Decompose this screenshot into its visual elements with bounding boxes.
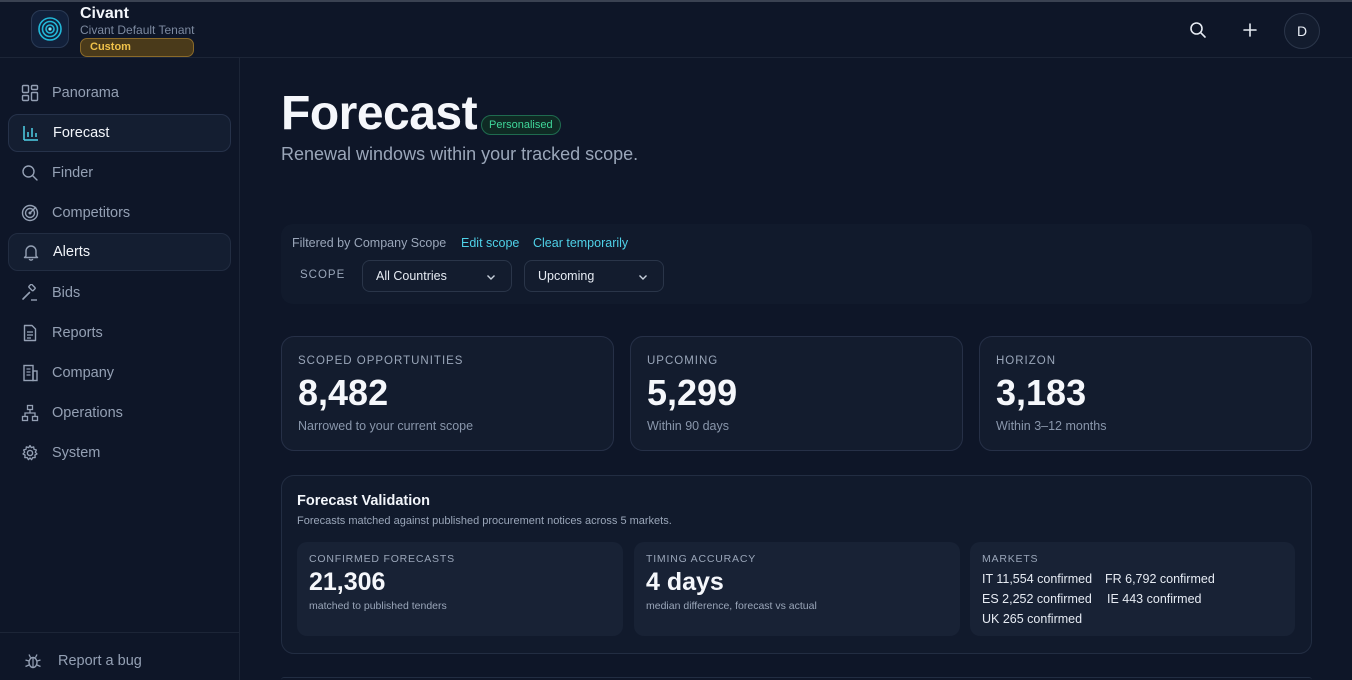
stat-card-horizon: HORIZON 3,183 Within 3–12 months xyxy=(979,336,1312,451)
sidebar-item-panorama[interactable]: Panorama xyxy=(8,74,231,112)
sidebar-item-label: Forecast xyxy=(53,125,110,141)
plus-icon xyxy=(1243,23,1257,37)
top-header: Civant Civant Default Tenant Custom D xyxy=(0,2,1352,58)
sidebar-item-reports[interactable]: Reports xyxy=(8,314,231,352)
country-select-value: All Countries xyxy=(376,269,447,283)
personalised-badge: Personalised xyxy=(481,115,561,135)
metric-caption: matched to published tenders xyxy=(309,600,447,612)
validation-title: Forecast Validation xyxy=(297,493,430,509)
stat-label: SCOPED OPPORTUNITIES xyxy=(298,355,464,367)
stat-card-upcoming: UPCOMING 5,299 Within 90 days xyxy=(630,336,963,451)
sidebar-item-label: Panorama xyxy=(52,85,119,101)
sidebar-item-label: Reports xyxy=(52,325,103,341)
metric-value: 21,306 xyxy=(309,568,386,596)
timing-accuracy-card: TIMING ACCURACY 4 days median difference… xyxy=(634,542,960,636)
filter-scope-text: Filtered by Company Scope xyxy=(292,236,447,250)
grid-icon xyxy=(21,84,39,102)
gear-icon xyxy=(22,444,38,461)
market-item: UK 265 confirmed xyxy=(982,612,1083,626)
search-button[interactable] xyxy=(1183,15,1213,45)
metric-value: 4 days xyxy=(646,568,724,596)
metric-label: CONFIRMED FORECASTS xyxy=(309,553,455,565)
sidebar-item-competitors[interactable]: Competitors xyxy=(8,194,231,232)
sidebar-item-forecast[interactable]: Forecast xyxy=(8,114,231,152)
stat-label: UPCOMING xyxy=(647,355,719,367)
brand-logo[interactable] xyxy=(31,10,69,48)
stat-value: 3,183 xyxy=(996,372,1087,413)
clear-temporarily-link[interactable]: Clear temporarily xyxy=(533,236,628,250)
scope-label: SCOPE xyxy=(300,269,346,281)
stat-value: 8,482 xyxy=(298,372,389,413)
market-item: IE 443 confirmed xyxy=(1107,592,1202,606)
metric-label: TIMING ACCURACY xyxy=(646,553,757,565)
chevron-down-icon xyxy=(487,275,495,280)
building-icon xyxy=(23,364,38,382)
market-item: ES 2,252 confirmed xyxy=(982,592,1092,606)
page-subtitle: Renewal windows within your tracked scop… xyxy=(281,144,639,164)
tenant-name: Civant Default Tenant xyxy=(80,23,195,37)
window-select-value: Upcoming xyxy=(538,269,595,283)
stat-value: 5,299 xyxy=(647,372,738,413)
sidebar-item-bids[interactable]: Bids xyxy=(8,274,231,312)
window-select[interactable]: Upcoming xyxy=(524,260,664,292)
brand-name: Civant xyxy=(80,5,129,22)
country-select[interactable]: All Countries xyxy=(362,260,512,292)
bug-icon xyxy=(25,654,41,669)
sidebar-item-label: Bids xyxy=(52,285,81,301)
stat-caption: Narrowed to your current scope xyxy=(298,419,474,433)
user-avatar[interactable]: D xyxy=(1284,13,1320,49)
stat-card-scoped: SCOPED OPPORTUNITIES 8,482 Narrowed to y… xyxy=(281,336,614,451)
org-chart-icon xyxy=(21,404,39,422)
plan-badge: Custom xyxy=(80,38,194,57)
chevron-down-icon xyxy=(639,275,647,280)
sidebar-item-alerts[interactable]: Alerts xyxy=(8,233,231,271)
sidebar-item-label: Operations xyxy=(52,405,123,421)
sidebar-item-label: Alerts xyxy=(53,244,91,260)
metric-label: MARKETS xyxy=(982,553,1039,565)
report-bug-button[interactable]: Report a bug xyxy=(24,652,142,670)
radar-logo-icon xyxy=(38,17,62,41)
gavel-icon xyxy=(22,284,37,301)
sidebar-item-label: System xyxy=(52,445,101,461)
sidebar-item-system[interactable]: System xyxy=(8,434,231,472)
sidebar-item-operations[interactable]: Operations xyxy=(8,394,231,432)
page-title: Forecast xyxy=(281,87,478,140)
metric-caption: median difference, forecast vs actual xyxy=(646,600,817,612)
target-icon xyxy=(21,204,39,222)
stat-caption: Within 90 days xyxy=(647,419,729,433)
add-button[interactable] xyxy=(1235,15,1265,45)
search-icon xyxy=(1190,22,1206,38)
stat-caption: Within 3–12 months xyxy=(996,419,1107,433)
sidebar-item-finder[interactable]: Finder xyxy=(8,154,231,192)
search-icon xyxy=(22,165,38,181)
bell-icon xyxy=(23,245,39,261)
bar-chart-icon xyxy=(23,126,38,141)
validation-subtitle: Forecasts matched against published proc… xyxy=(297,515,672,527)
market-item: IT 11,554 confirmed xyxy=(982,572,1093,586)
confirmed-forecasts-card: CONFIRMED FORECASTS 21,306 matched to pu… xyxy=(297,542,623,636)
edit-scope-link[interactable]: Edit scope xyxy=(461,236,519,250)
stat-label: HORIZON xyxy=(996,355,1057,367)
sidebar-item-label: Competitors xyxy=(52,205,131,221)
sidebar-item-label: Company xyxy=(52,365,115,381)
sidebar-item-label: Finder xyxy=(52,165,94,181)
market-item: FR 6,792 confirmed xyxy=(1105,572,1215,586)
sidebar-item-company[interactable]: Company xyxy=(8,354,231,392)
document-icon xyxy=(23,324,37,342)
report-bug-label: Report a bug xyxy=(58,653,142,669)
